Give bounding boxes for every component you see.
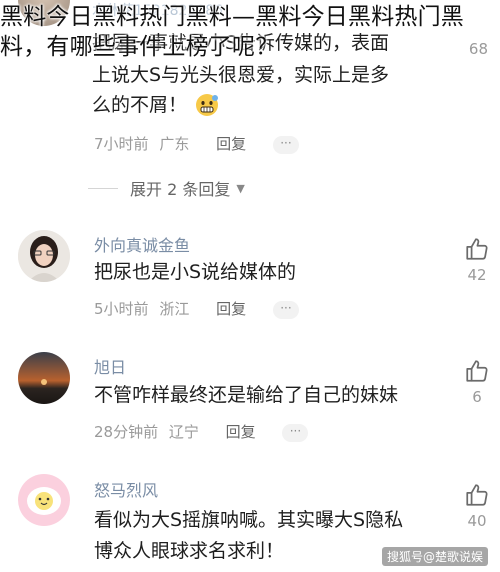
comment-meta: 28分钟前 辽宁 回复 ··· xyxy=(94,421,309,442)
expand-replies-label: 展开 2 条回复 xyxy=(130,180,231,199)
avatar[interactable] xyxy=(18,230,70,282)
more-options-button[interactable]: ··· xyxy=(272,135,299,154)
thumbs-up-icon xyxy=(462,358,492,384)
thumbs-up-icon xyxy=(462,236,492,262)
comment-text-line: 么的不屑！ xyxy=(92,94,188,116)
comment-text: 博众人眼球求名求利！ xyxy=(94,540,285,562)
comment-location: 浙江 xyxy=(159,300,190,318)
reply-button[interactable]: 回复 xyxy=(226,423,256,441)
caret-down-icon: ▼ xyxy=(236,181,245,195)
comment-text: 把尿也是小S说给媒体的 xyxy=(94,261,297,283)
comment-text-row: 么的不屑！ xyxy=(92,90,219,120)
grimace-emoji-icon xyxy=(195,93,219,117)
more-options-button[interactable]: ··· xyxy=(282,423,309,442)
comment-location: 辽宁 xyxy=(168,423,199,441)
comment-username[interactable]: 外向真诚金鱼 xyxy=(94,232,190,256)
comment-text: 看似为大S摇旗呐喊。其实曝大S隐私 xyxy=(94,509,404,531)
reply-button[interactable]: 回复 xyxy=(216,135,246,153)
avatar[interactable] xyxy=(18,474,70,526)
comment-meta: 5小时前 浙江 回复 ··· xyxy=(94,298,299,319)
comment-meta: 7小时前 广东 回复 ··· xyxy=(94,133,299,154)
comment-username[interactable]: 旭日 xyxy=(94,354,126,378)
comment-username[interactable]: 怒马烈风 xyxy=(94,477,158,501)
watermark: 搜狐号@楚歌说娱 xyxy=(381,547,488,566)
expand-replies-button[interactable]: 展开 2 条回复 ▼ xyxy=(88,176,245,200)
like-count: 40 xyxy=(467,512,487,530)
like-button[interactable]: 40 xyxy=(462,482,492,530)
comment-text-line: 上说大S与光头很恩爱，实际上是多 xyxy=(92,64,390,86)
overlay-title: 黑料今日黑料热门黑料—黑料今日黑料热门黑料，有哪些事件上榜了呢？ xyxy=(0,4,464,60)
like-button[interactable]: 42 xyxy=(462,236,492,284)
like-count: 6 xyxy=(472,388,482,406)
like-count: 42 xyxy=(467,266,487,284)
thumbs-up-icon xyxy=(462,482,492,508)
comment-text: 不管咋样最终还是输给了自己的妹妹 xyxy=(94,384,399,406)
comment-time: 7小时前 xyxy=(94,135,149,153)
avatar[interactable] xyxy=(18,352,70,404)
divider-line xyxy=(88,187,118,189)
like-button[interactable]: 6 xyxy=(462,358,492,406)
comment-location: 广东 xyxy=(159,135,190,153)
more-options-button[interactable]: ··· xyxy=(272,300,299,319)
comment-time: 5小时前 xyxy=(94,300,149,318)
reply-button[interactable]: 回复 xyxy=(216,300,246,318)
comment-time: 28分钟前 xyxy=(94,423,159,441)
